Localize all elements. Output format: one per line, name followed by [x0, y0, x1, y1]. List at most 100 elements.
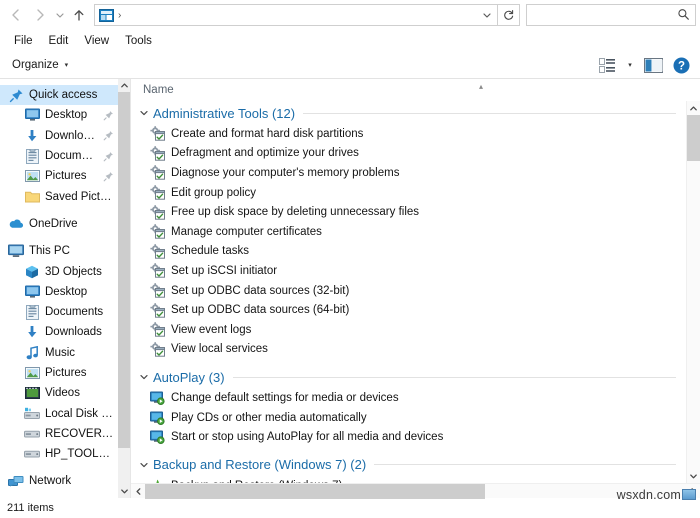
- refresh-icon: [504, 9, 514, 20]
- pin-icon[interactable]: [99, 171, 114, 182]
- nav-scroll-thumb[interactable]: [118, 92, 130, 448]
- watermark-box-icon: [682, 489, 696, 500]
- folder-icon: [24, 189, 40, 205]
- desktop-icon: [24, 284, 40, 300]
- menu-file[interactable]: File: [6, 33, 41, 49]
- sidebar-item-quick-access[interactable]: Quick access: [0, 85, 118, 106]
- sidebar-item-pictures[interactable]: Pictures: [0, 166, 118, 186]
- view-options-button[interactable]: [594, 54, 620, 76]
- list-item[interactable]: Backup and Restore (Windows 7): [131, 476, 686, 483]
- list-item[interactable]: Start or stop using AutoPlay for all med…: [131, 427, 686, 447]
- content-horizontal-scrollbar[interactable]: [131, 483, 700, 499]
- content-vertical-scrollbar[interactable]: [686, 101, 700, 483]
- pin-icon[interactable]: [99, 151, 114, 162]
- content-scroll-thumb[interactable]: [686, 115, 700, 161]
- help-button[interactable]: ?: [668, 54, 694, 76]
- list-item[interactable]: Change default settings for media or dev…: [131, 388, 686, 408]
- list-item[interactable]: View local services: [131, 340, 686, 360]
- menu-edit[interactable]: Edit: [41, 33, 77, 49]
- sidebar-item-desktop[interactable]: Desktop: [0, 105, 118, 125]
- search-input[interactable]: [527, 5, 695, 25]
- file-group-header[interactable]: Backup and Restore (Windows 7) (2): [131, 454, 686, 476]
- sidebar-item-this-pc[interactable]: This PC: [0, 241, 118, 261]
- address-dropdown-button[interactable]: [477, 5, 497, 25]
- navigation-scrollbar[interactable]: [118, 79, 130, 498]
- column-header-name[interactable]: Name: [143, 84, 174, 96]
- content-scroll-left-button[interactable]: [131, 484, 145, 499]
- content-scroll-track[interactable]: [686, 115, 700, 469]
- address-input[interactable]: ›: [94, 4, 498, 26]
- list-item-label: Set up ODBC data sources (32-bit): [171, 284, 350, 297]
- search-box[interactable]: [526, 4, 696, 26]
- sidebar-item-saved-pictures[interactable]: Saved Pictures: [0, 186, 118, 206]
- sidebar-item-3d-objects[interactable]: 3D Objects: [0, 261, 118, 281]
- list-item[interactable]: Free up disk space by deleting unnecessa…: [131, 202, 686, 222]
- sidebar-item-onedrive[interactable]: OneDrive: [0, 214, 118, 234]
- list-item[interactable]: Play CDs or other media automatically: [131, 408, 686, 428]
- nav-scroll-up-button[interactable]: [118, 79, 130, 92]
- refresh-button[interactable]: [498, 4, 520, 26]
- preview-pane-button[interactable]: [640, 54, 666, 76]
- chevron-down-icon[interactable]: [139, 372, 153, 382]
- sidebar-item-label: Downloads: [45, 129, 99, 142]
- h-scroll-track[interactable]: [145, 483, 686, 499]
- file-group-header[interactable]: AutoPlay (3): [131, 366, 686, 388]
- file-group-header[interactable]: Administrative Tools (12): [131, 102, 686, 124]
- onedrive-icon: [8, 216, 24, 232]
- sidebar-item-hp-tools-f[interactable]: HP_TOOLS (F:): [0, 444, 118, 464]
- list-item[interactable]: Set up iSCSI initiator: [131, 261, 686, 281]
- explorer-body: Quick access Desktop Downloads Documents Pic…: [0, 79, 700, 499]
- nav-scroll-down-button[interactable]: [118, 485, 130, 498]
- content-scroll-down-button[interactable]: [687, 469, 700, 483]
- admin-tool-icon: [149, 341, 165, 357]
- pin-icon[interactable]: [99, 110, 114, 121]
- list-item[interactable]: Defragment and optimize your drives: [131, 144, 686, 164]
- list-item[interactable]: Edit group policy: [131, 183, 686, 203]
- list-item[interactable]: Schedule tasks: [131, 242, 686, 262]
- forward-button[interactable]: [28, 3, 52, 27]
- pin-icon[interactable]: [99, 130, 114, 141]
- music-icon: [24, 345, 40, 361]
- menu-tools[interactable]: Tools: [117, 33, 160, 49]
- sidebar-item-recovery-e[interactable]: RECOVERY (E:): [0, 424, 118, 444]
- chevron-down-icon[interactable]: [139, 460, 153, 470]
- sidebar-item-music[interactable]: Music: [0, 343, 118, 363]
- chevron-down-icon: ▾: [628, 62, 632, 69]
- arrow-left-icon: [12, 9, 19, 21]
- sidebar-item-label: Pictures: [45, 367, 87, 379]
- h-scroll-thumb[interactable]: [145, 483, 485, 499]
- list-item[interactable]: View event logs: [131, 320, 686, 340]
- admin-tool-icon: [149, 243, 165, 259]
- desktop-icon: [24, 107, 40, 123]
- pictures-icon: [24, 365, 40, 381]
- chevron-down-icon[interactable]: [139, 108, 153, 118]
- autoplay-icon: [149, 429, 165, 445]
- list-item[interactable]: Set up ODBC data sources (64-bit): [131, 300, 686, 320]
- sidebar-item-videos[interactable]: Videos: [0, 383, 118, 403]
- view-options-dropdown[interactable]: ▾: [622, 54, 638, 76]
- recent-locations-button[interactable]: [52, 3, 67, 27]
- menu-view[interactable]: View: [76, 33, 117, 49]
- up-button[interactable]: [67, 3, 91, 27]
- sidebar-item-desktop[interactable]: Desktop: [0, 282, 118, 302]
- downloads-icon: [24, 324, 40, 340]
- admin-tool-icon: [149, 126, 165, 142]
- organize-button[interactable]: Organize ▾: [8, 57, 72, 73]
- list-item[interactable]: Set up ODBC data sources (32-bit): [131, 281, 686, 301]
- file-group-rule: [232, 376, 676, 378]
- sidebar-item-local-disk-c[interactable]: Local Disk (C:): [0, 403, 118, 423]
- sidebar-item-network[interactable]: Network: [0, 471, 118, 491]
- sidebar-item-documents[interactable]: Documents: [0, 302, 118, 322]
- sidebar-item-downloads[interactable]: Downloads: [0, 126, 118, 146]
- back-button[interactable]: [4, 3, 28, 27]
- list-item[interactable]: Diagnose your computer's memory problems: [131, 163, 686, 183]
- content-scroll-up-button[interactable]: [687, 101, 700, 115]
- list-item-label: Edit group policy: [171, 186, 257, 199]
- sidebar-item-pictures[interactable]: Pictures: [0, 363, 118, 383]
- sidebar-item-downloads[interactable]: Downloads: [0, 322, 118, 342]
- sidebar-item-documents[interactable]: Documents: [0, 146, 118, 166]
- nav-scroll-track[interactable]: [118, 92, 130, 485]
- list-item[interactable]: Create and format hard disk partitions: [131, 124, 686, 144]
- list-item[interactable]: Manage computer certificates: [131, 222, 686, 242]
- admin-tool-icon: [149, 263, 165, 279]
